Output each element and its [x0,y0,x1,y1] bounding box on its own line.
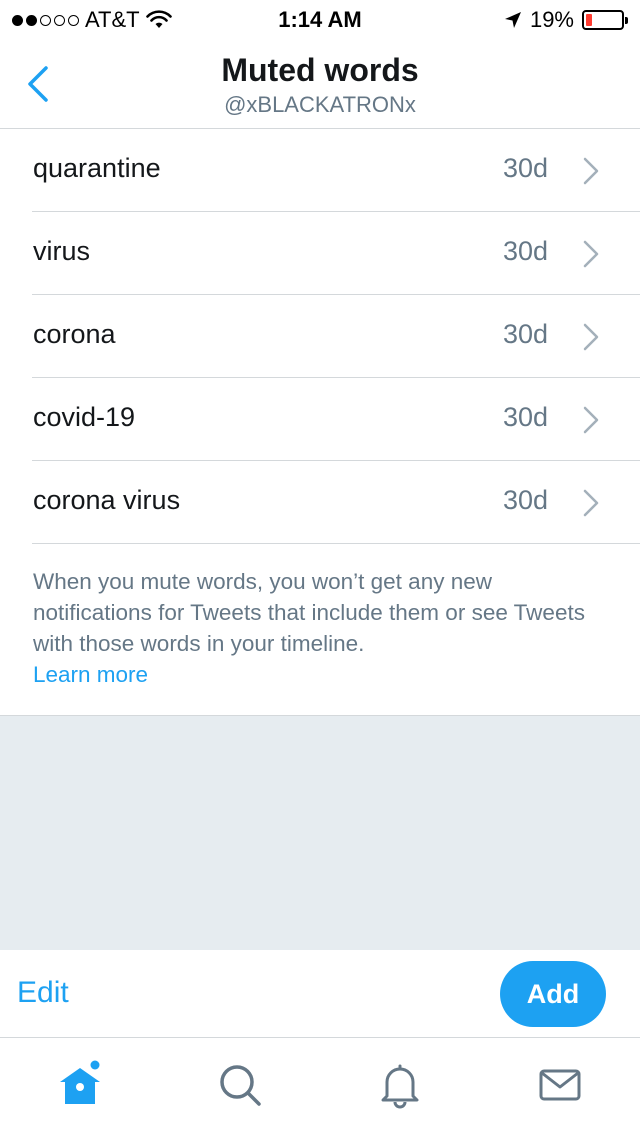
chevron-right-icon [583,406,599,434]
info-text-block: When you mute words, you won’t get any n… [33,566,613,690]
mute-duration: 30d [502,402,548,432]
muted-word-label: corona virus [33,485,181,515]
tab-notifications[interactable] [375,1060,425,1110]
tab-search[interactable] [215,1060,265,1110]
chevron-right-icon [583,157,599,185]
status-bar: AT&T 1:14 AM 19% [0,0,640,40]
search-icon [220,1065,261,1106]
empty-area [0,715,640,951]
muted-word-row[interactable]: covid-19 30d [0,378,640,461]
status-right: 19% [504,7,628,33]
chevron-right-icon [583,240,599,268]
info-description: When you mute words, you won’t get any n… [33,569,585,656]
learn-more-link[interactable]: Learn more [33,659,613,690]
muted-word-row[interactable]: virus 30d [0,212,640,295]
home-icon [60,1060,100,1104]
muted-word-row[interactable]: corona 30d [0,295,640,378]
battery-icon [582,10,628,30]
add-button[interactable]: Add [500,961,606,1027]
tab-bar [0,1038,640,1136]
battery-percent: 19% [529,7,574,32]
muted-word-row[interactable]: quarantine 30d [0,129,640,212]
mute-duration: 30d [502,153,548,183]
muted-word-row[interactable]: corona virus 30d [0,461,640,544]
edit-button[interactable]: Edit [17,976,69,1010]
muted-word-label: quarantine [33,153,161,183]
chevron-right-icon [583,323,599,351]
messages-icon [539,1069,581,1101]
action-bar: Edit Add [0,950,640,1038]
mute-duration: 30d [502,236,548,266]
chevron-right-icon [583,489,599,517]
muted-word-label: corona [33,319,116,349]
muted-words-list: quarantine 30d virus 30d corona 30d covid-19 30… [0,129,640,544]
tab-messages[interactable] [535,1060,585,1110]
nav-header: Muted words @xBLACKATRONx [0,40,640,129]
muted-word-label: covid-19 [33,402,136,432]
mute-duration: 30d [502,485,548,515]
battery-level-fill [586,14,593,26]
mute-duration: 30d [502,319,548,349]
page-title: Muted words [221,52,419,88]
account-handle: @xBLACKATRONx [224,92,416,117]
tab-home[interactable] [55,1060,105,1110]
location-arrow-icon [504,12,521,28]
notifications-icon [381,1064,419,1109]
muted-word-label: virus [33,236,91,266]
